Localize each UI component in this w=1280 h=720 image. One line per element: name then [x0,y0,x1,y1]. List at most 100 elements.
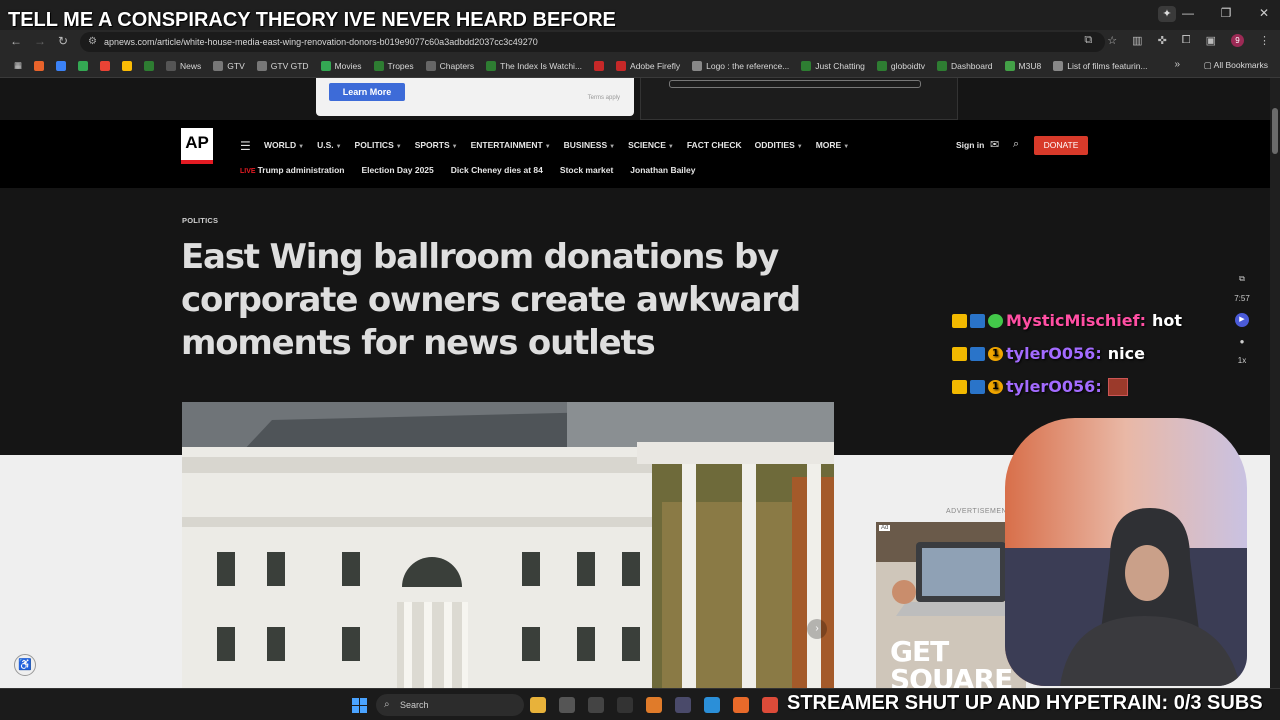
firefox-icon[interactable] [733,697,749,713]
puzzle-icon[interactable]: ⧠ [1182,34,1191,47]
scrollbar-thumb[interactable] [1272,108,1278,154]
bookmark-item[interactable]: Logo : the reference... [686,60,795,71]
site-info-icon[interactable]: ⚙ [88,32,97,52]
trending-link[interactable]: Dick Cheney dies at 84 [451,165,543,175]
bookmark-item[interactable]: Just Chatting [795,60,871,71]
forward-icon[interactable]: → [34,34,46,48]
nav-item[interactable]: POLITICS ▼ [355,140,402,150]
reading-list-icon[interactable]: ▥ [1132,34,1142,47]
split-view-icon[interactable]: ▣ [1206,34,1216,47]
bookmark-item[interactable]: List of films featurin... [1047,60,1153,71]
chat-message: 1 tylerO056: [952,370,1182,403]
donate-button[interactable]: DONATE [1034,136,1088,155]
nav-item[interactable]: SCIENCE ▼ [628,140,674,150]
ad-headline-line2: SQUARE [890,663,1013,689]
install-icon[interactable]: ⧉ [1084,34,1092,47]
bookmark-item[interactable]: globoidtv [871,60,931,71]
extensions-sparkle-icon[interactable]: ✦ [1158,6,1176,22]
voice-icon[interactable]: ● [1240,337,1245,346]
ap-logo[interactable]: AP [181,128,213,164]
nav-item[interactable]: FACT CHECK [687,140,742,150]
search-icon[interactable]: ⌕ [1013,138,1019,151]
app-icon-3[interactable] [617,697,633,713]
maximize-icon[interactable]: ❐ [1218,6,1234,20]
translate-icon[interactable]: ⧉ [1239,274,1245,284]
bookmark-item[interactable] [138,60,160,71]
bookmark-label: News [180,60,202,71]
article-section-label[interactable]: POLITICS [182,216,218,225]
bookmark-item[interactable]: Chapters [420,60,481,71]
nav-item[interactable]: BUSINESS ▼ [564,140,615,150]
taskbar-search-placeholder: Search [400,700,429,710]
trending-link[interactable]: Election Day 2025 [361,165,433,175]
back-icon[interactable]: ← [10,34,22,48]
trending-link[interactable]: Stock market [560,165,613,175]
bookmark-item[interactable]: News [160,60,207,71]
minimize-icon[interactable]: — [1180,6,1196,20]
bookmark-item[interactable]: The Index Is Watchi... [480,60,588,71]
menu-icon[interactable]: ⋮ [1259,34,1270,47]
gallery-next-icon[interactable]: › [807,619,827,639]
sign-in-link[interactable]: Sign in [956,140,984,150]
nav-item[interactable]: SPORTS ▼ [415,140,458,150]
chevron-down-icon: ▼ [796,144,803,150]
side-ad[interactable]: Ad GET SQUARE [876,522,1026,688]
sub-badge-icon [970,313,985,328]
app-icon-4[interactable] [675,697,691,713]
file-explorer-icon[interactable] [530,697,546,713]
bookmark-item[interactable] [50,60,72,71]
extension-icon[interactable]: ✜ [1158,34,1167,47]
vlc-icon[interactable] [646,697,662,713]
nav-item[interactable]: ENTERTAINMENT ▼ [471,140,551,150]
bookmark-favicon-icon [213,60,224,71]
newsletter-icon[interactable]: ✉ [990,138,999,151]
bookmark-item[interactable]: Adobe Firefly [610,60,686,71]
bookmarks-overflow-icon[interactable]: » [1174,59,1180,70]
chrome-icon[interactable] [762,697,778,713]
windows-start-icon[interactable] [352,698,367,713]
bookmark-label: Chapters [439,60,475,71]
page-scrollbar[interactable] [1270,78,1280,688]
app-icon-2[interactable] [588,697,604,713]
taskbar-search[interactable]: ⌕ Search [376,694,524,716]
close-icon[interactable]: ✕ [1256,6,1272,20]
bookmark-label: Logo : the reference... [706,60,790,71]
profile-avatar-icon[interactable]: 9 [1231,34,1244,47]
search-icon: ⌕ [384,699,390,710]
bookmark-favicon-icon [692,60,703,71]
reload-icon[interactable]: ↻ [58,34,68,48]
trending-link[interactable]: Jonathan Bailey [630,165,695,175]
accessibility-icon[interactable]: ♿ [14,654,36,676]
bookmark-item[interactable]: M3U8 [999,60,1048,71]
nav-item[interactable]: U.S. ▼ [317,140,341,150]
bookmark-item[interactable] [94,60,116,71]
bookmark-star-icon[interactable]: ☆ [1107,34,1117,47]
bookmark-item[interactable]: Dashboard [931,60,999,71]
play-icon[interactable]: ▶ [1235,313,1249,327]
bookmark-item[interactable] [28,60,50,71]
bookmark-item[interactable]: Tropes [368,60,420,71]
bookmark-item[interactable]: GTV GTD [251,60,315,71]
nav-item[interactable]: MORE ▼ [816,140,849,150]
trending-link[interactable]: LIVE Trump administration [240,165,344,175]
app-icon-1[interactable] [559,697,575,713]
hamburger-menu-icon[interactable]: ☰ [240,139,251,153]
nav-item[interactable]: ODDITIES ▼ [755,140,803,150]
url-field[interactable]: ⚙ apnews.com/article/white-house-media-e… [80,32,1105,52]
bookmark-item[interactable]: Movies [315,60,368,71]
playback-speed[interactable]: 1x [1238,356,1246,365]
bookmark-item[interactable] [116,60,138,71]
all-bookmarks[interactable]: ▢ All Bookmarks [1204,60,1268,71]
address-bar-row: ← → ↻ ⚙ apnews.com/article/white-house-m… [0,30,1280,54]
chat-username: MysticMischief [1006,311,1140,330]
nav-item-label: SPORTS [414,140,450,150]
nav-item[interactable]: WORLD ▼ [264,140,304,150]
bookmark-favicon-icon [122,60,133,71]
edge-icon[interactable] [704,697,720,713]
learn-more-button[interactable]: Learn More [329,83,405,101]
apps-grid-icon[interactable]: ▦ [8,60,28,71]
top-banner-ad[interactable]: Learn More Terms apply [316,78,634,116]
bookmark-item[interactable] [72,60,94,71]
bookmark-item[interactable] [588,60,610,71]
bookmark-item[interactable]: GTV [207,60,250,71]
